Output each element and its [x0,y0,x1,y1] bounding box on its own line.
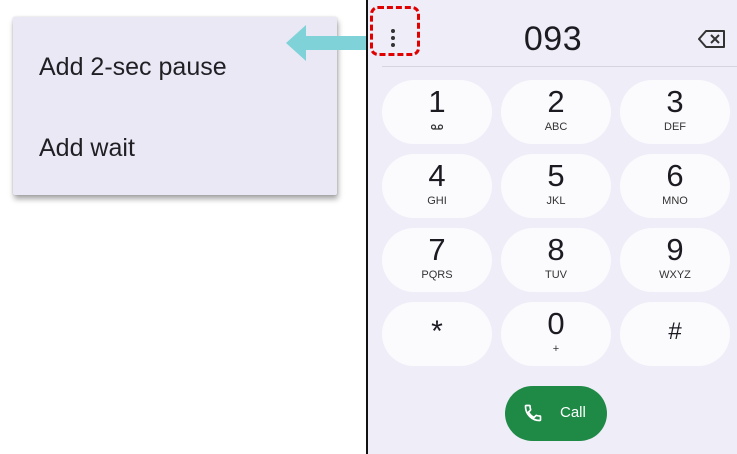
key-letters: TUV [545,269,567,281]
key-1[interactable]: 1 [382,80,492,144]
dialer-panel: 093 1 2 ABC 3 DEF 4 GHI 5 JKL 6 MNO 7 PQ… [366,0,737,454]
key-4[interactable]: 4 GHI [382,154,492,218]
key-0[interactable]: 0 + [501,302,611,366]
more-vert-icon[interactable] [390,29,396,51]
divider [382,66,737,67]
dialed-number: 093 [523,20,583,58]
key-7[interactable]: 7 PQRS [382,228,492,292]
key-digit: * [431,315,443,348]
key-digit: 3 [666,84,684,119]
key-digit: 6 [666,158,684,193]
key-letters: DEF [664,121,686,133]
key-digit: 4 [428,158,446,193]
key-hash[interactable]: # [620,302,730,366]
key-digit: 7 [428,232,446,267]
key-5[interactable]: 5 JKL [501,154,611,218]
voicemail-icon [431,124,443,130]
key-letters: + [552,343,560,355]
key-3[interactable]: 3 DEF [620,80,730,144]
backspace-icon[interactable] [698,29,726,49]
key-digit: 1 [428,84,446,119]
key-letters: MNO [662,195,688,207]
key-letters: WXYZ [659,269,691,281]
call-button[interactable]: Call [505,386,607,441]
key-letters: GHI [427,195,447,207]
call-label: Call [560,404,586,421]
key-6[interactable]: 6 MNO [620,154,730,218]
key-letters: ABC [544,121,568,133]
key-digit: # [668,318,682,345]
callout-arrow-icon [286,25,378,61]
key-letters: PQRS [421,269,453,281]
key-9[interactable]: 9 WXYZ [620,228,730,292]
key-letters: JKL [546,195,566,207]
menu-item-add-pause[interactable]: Add 2-sec pause [39,53,227,82]
key-digit: 0 [547,306,565,341]
key-star[interactable]: * [382,302,492,366]
phone-icon [524,404,542,422]
key-digit: 9 [666,232,684,267]
key-digit: 2 [547,84,565,119]
menu-item-add-wait[interactable]: Add wait [39,134,135,163]
key-2[interactable]: 2 ABC [501,80,611,144]
key-digit: 8 [547,232,565,267]
key-8[interactable]: 8 TUV [501,228,611,292]
key-digit: 5 [547,158,565,193]
